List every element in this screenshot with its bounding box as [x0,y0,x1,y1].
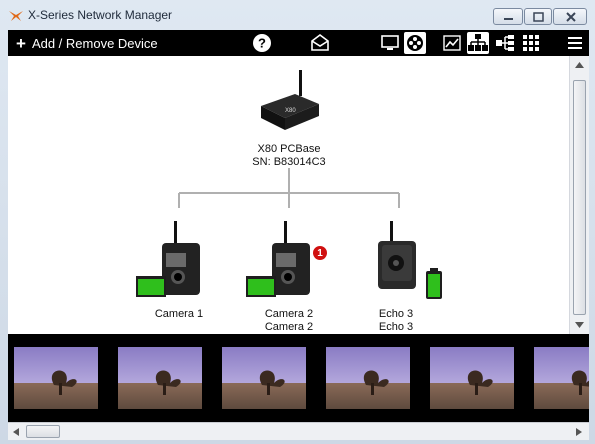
plus-icon: + [16,33,26,53]
monitor-icon[interactable] [379,32,401,54]
thumbnail-strip [8,334,589,422]
app-logo-icon [9,11,23,21]
svg-text:?: ? [258,36,266,51]
hierarchy-icon[interactable] [494,32,516,54]
device-name: Camera 1 [154,308,204,320]
svg-text:X80: X80 [285,108,296,114]
title-bar: X-Series Network Manager [0,0,595,30]
minimize-button[interactable] [493,8,523,25]
add-remove-device-button[interactable]: + Add / Remove Device [16,34,158,52]
menu-icon[interactable] [564,32,586,54]
grid-view-icon[interactable] [520,32,542,54]
scroll-left-icon[interactable] [13,428,19,436]
vertical-scrollbar[interactable] [569,56,589,334]
notification-badge: 1 [312,245,328,261]
thumbnail-3[interactable] [222,347,306,409]
device-subname: Echo 3 [378,321,414,333]
window-title: X-Series Network Manager [28,8,173,22]
device-label: Echo 3 Echo 3 [351,308,441,334]
vertical-scroll-thumb[interactable] [573,80,586,315]
chart-icon[interactable] [441,32,463,54]
app-window: X-Series Network Manager + Add / Remove … [0,0,595,444]
toolbar: + Add / Remove Device ? [8,30,589,56]
camera-1-icon[interactable] [134,221,204,301]
scroll-down-icon[interactable] [575,322,584,328]
thumbnail-2[interactable] [118,347,202,409]
maximize-icon [533,12,544,22]
close-button[interactable] [553,8,587,25]
network-tree-icon[interactable] [467,32,489,54]
network-view: X80 X80 PCBase SN: B83014C3 Camera 1 1 C… [8,56,569,334]
scroll-up-icon[interactable] [575,62,584,68]
battery-fill [428,274,440,297]
film-reel-icon[interactable] [404,32,426,54]
base-station-label: X80 PCBase SN: B83014C3 [229,143,349,169]
base-station-serial: SN: B83014C3 [252,156,326,168]
base-station-name: X80 PCBase [257,143,321,155]
scroll-right-icon[interactable] [576,428,582,436]
device-name: Camera 2 [264,308,314,320]
thumbnail-1[interactable] [14,347,98,409]
minimize-icon [504,18,513,20]
add-remove-device-label: Add / Remove Device [31,35,158,51]
thumbnail-6[interactable] [534,347,589,409]
device-subname: Camera 2 [264,321,314,333]
echo-3-icon[interactable] [374,221,444,306]
close-icon [566,12,576,22]
battery-fill [248,279,274,295]
horizontal-scrollbar[interactable] [8,422,589,440]
horizontal-scroll-thumb[interactable] [26,425,60,438]
base-station-icon[interactable]: X80 [255,68,323,138]
device-name: Echo 3 [378,308,414,320]
maximize-button[interactable] [524,8,552,25]
thumbnail-4[interactable] [326,347,410,409]
camera-2-icon[interactable] [244,221,314,301]
battery-fill [138,279,164,295]
message-icon[interactable] [309,32,331,54]
device-label: Camera 2 Camera 2 [244,308,334,334]
help-icon[interactable]: ? [251,32,273,54]
thumbnail-5[interactable] [430,347,514,409]
device-label: Camera 1 [134,308,224,321]
